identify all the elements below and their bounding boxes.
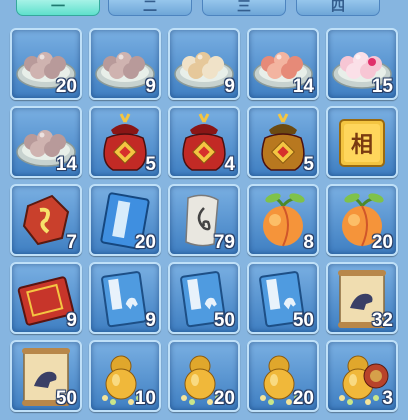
item-count: 9 [145,310,156,331]
item-slot[interactable]: 9 [89,28,161,100]
item-slot[interactable]: 5 [247,106,319,178]
item-slot[interactable]: 8 [247,184,319,256]
tab-3[interactable]: 三 [202,0,286,16]
item-slot[interactable]: 15 [326,28,398,100]
item-count: 8 [303,232,314,253]
tab-1[interactable]: 一 [16,0,100,16]
item-count: 7 [66,232,77,253]
item-slot[interactable]: 32 [326,262,398,334]
item-count: 5 [303,154,314,175]
item-count: 3 [382,388,393,409]
item-slot[interactable]: 20 [326,184,398,256]
item-slot[interactable]: 相 [326,106,398,178]
item-slot[interactable]: 5 [89,106,161,178]
item-count: 20 [55,76,77,97]
item-count: 32 [371,310,393,331]
item-slot[interactable]: 20 [10,28,82,100]
inventory-grid: 20 9 9 14 15 14 5 4 5 相 7 20 79 8 20 9 9… [10,28,398,412]
item-slot[interactable]: 3 [326,340,398,412]
item-count: 5 [145,154,156,175]
item-count: 14 [55,154,77,175]
item-count: 20 [134,232,156,253]
item-slot[interactable]: 9 [168,28,240,100]
item-count: 20 [371,232,393,253]
item-count: 50 [55,388,77,409]
item-slot[interactable]: 9 [89,262,161,334]
item-slot[interactable]: 20 [247,340,319,412]
item-slot[interactable]: 20 [168,340,240,412]
item-slot[interactable]: 4 [168,106,240,178]
item-count: 20 [292,388,314,409]
item-count: 4 [224,154,235,175]
item-slot[interactable]: 20 [89,184,161,256]
item-slot[interactable]: 9 [10,262,82,334]
item-slot[interactable]: 14 [247,28,319,100]
item-count: 14 [292,76,314,97]
item-slot[interactable]: 50 [10,340,82,412]
item-count: 79 [213,232,235,253]
item-count: 20 [213,388,235,409]
item-count: 9 [66,310,77,331]
token-glyph: 相 [351,133,373,158]
inventory-tabs: 一 二 三 四 [0,0,408,22]
item-slot[interactable]: 50 [168,262,240,334]
item-count: 15 [371,76,393,97]
item-count: 50 [292,310,314,331]
tab-2[interactable]: 二 [108,0,192,16]
item-count: 10 [134,388,156,409]
item-count: 9 [224,76,235,97]
item-slot[interactable]: 50 [247,262,319,334]
item-slot[interactable]: 79 [168,184,240,256]
item-count: 50 [213,310,235,331]
item-slot[interactable]: 10 [89,340,161,412]
tab-4[interactable]: 四 [296,0,380,16]
item-slot[interactable]: 14 [10,106,82,178]
item-slot[interactable]: 7 [10,184,82,256]
item-count: 9 [145,76,156,97]
